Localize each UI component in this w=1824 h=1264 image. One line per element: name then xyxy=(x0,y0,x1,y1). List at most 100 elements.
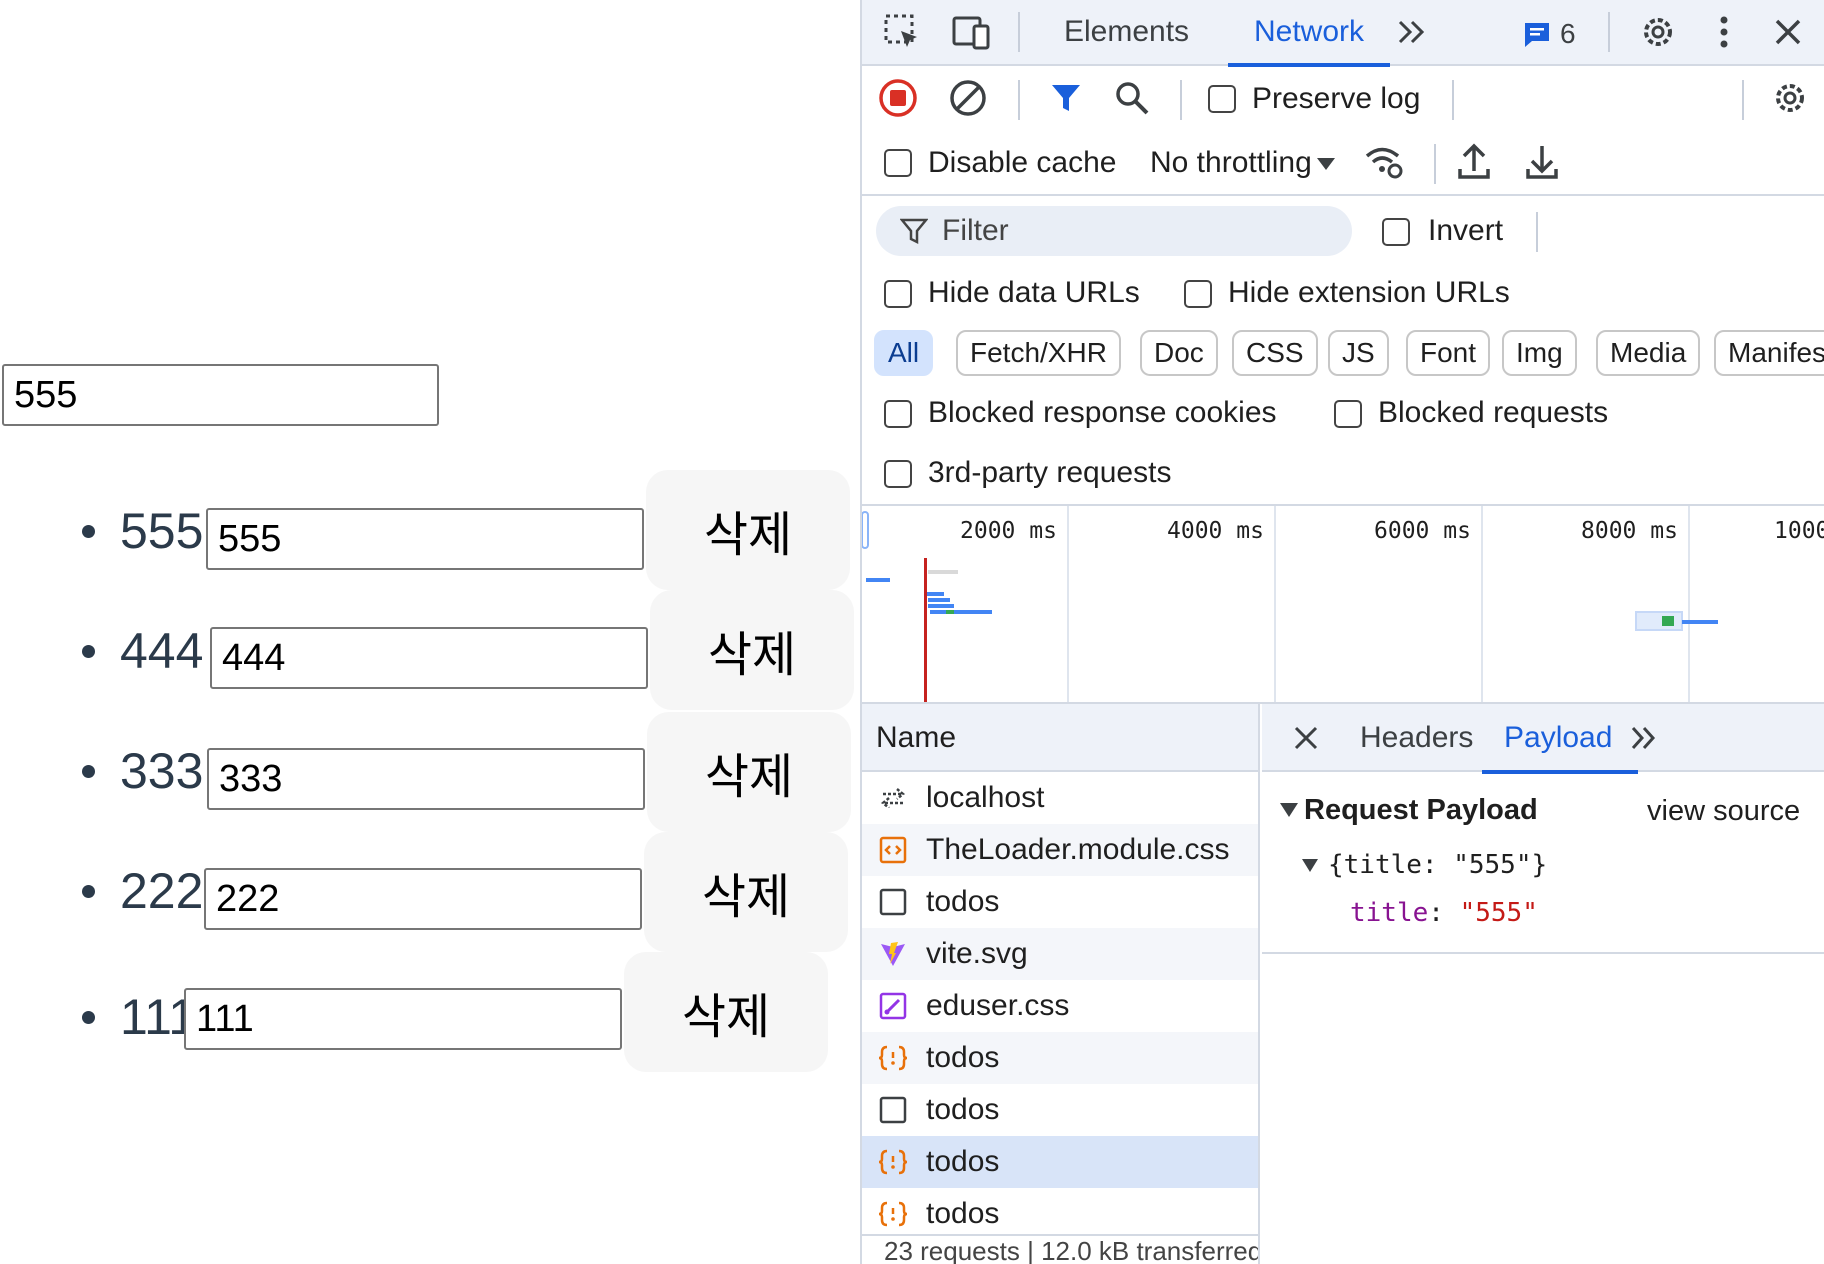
search-icon[interactable] xyxy=(1110,76,1154,120)
request-row[interactable]: todos xyxy=(862,1032,1258,1084)
delete-button[interactable]: 삭제 xyxy=(647,712,851,832)
request-name: localhost xyxy=(926,781,1045,814)
request-row-selected[interactable]: todos xyxy=(862,1136,1258,1188)
delete-button[interactable]: 삭제 xyxy=(646,470,850,590)
network-overview-timeline[interactable]: 2000 ms 4000 ms 6000 ms 8000 ms 10000 ms xyxy=(862,504,1824,704)
request-row[interactable]: todos xyxy=(862,1188,1258,1240)
tab-network[interactable]: Network xyxy=(1227,0,1391,67)
type-filter-manifest[interactable]: Manifest xyxy=(1714,330,1824,376)
tab-headers[interactable]: Headers xyxy=(1360,704,1473,772)
blocked-requests-checkbox[interactable] xyxy=(1334,400,1362,428)
separator xyxy=(1180,80,1182,120)
todo-edit-input[interactable] xyxy=(204,868,642,930)
inspect-element-icon[interactable] xyxy=(880,10,924,54)
request-row[interactable]: todos xyxy=(862,1084,1258,1136)
request-row[interactable]: TheLoader.module.css xyxy=(862,824,1258,876)
network-settings-gear-icon[interactable] xyxy=(1768,76,1812,120)
type-filter-js[interactable]: JS xyxy=(1328,330,1389,376)
invert-label: Invert xyxy=(1428,214,1504,247)
delete-button[interactable]: 삭제 xyxy=(650,590,854,710)
record-stop-icon[interactable] xyxy=(876,76,920,120)
type-filter-all[interactable]: All xyxy=(874,330,934,376)
request-row[interactable]: localhost xyxy=(862,772,1258,824)
more-tabs-icon[interactable] xyxy=(1390,10,1434,54)
request-name: TheLoader.module.css xyxy=(926,833,1230,866)
request-row[interactable]: vite.svg xyxy=(862,928,1258,980)
todo-edit-input[interactable] xyxy=(207,748,645,810)
type-filter-media[interactable]: Media xyxy=(1596,330,1701,376)
payload-section-title[interactable]: Request Payload xyxy=(1280,794,1538,827)
network-toolbar: Preserve log xyxy=(862,68,1824,132)
hide-extension-urls-checkbox[interactable] xyxy=(1184,280,1212,308)
request-name: eduser.css xyxy=(926,989,1070,1022)
todo-item: 555 삭제 xyxy=(0,470,860,590)
separator xyxy=(1742,80,1744,120)
request-row[interactable]: eduser.css xyxy=(862,980,1258,1032)
filter-funnel-icon[interactable] xyxy=(1044,76,1088,120)
type-filter-font[interactable]: Font xyxy=(1406,330,1491,376)
view-source-link[interactable]: view source xyxy=(1647,795,1800,828)
filter-placeholder: Filter xyxy=(942,214,1009,247)
fetch-icon xyxy=(878,1199,908,1229)
delete-button[interactable]: 삭제 xyxy=(644,832,848,952)
filter-row: Filter Invert xyxy=(862,198,1824,266)
more-options-icon[interactable] xyxy=(1702,10,1746,54)
delete-button[interactable]: 삭제 xyxy=(624,952,828,1072)
chevron-down-icon[interactable] xyxy=(1304,142,1348,186)
more-detail-tabs-icon[interactable] xyxy=(1622,716,1666,760)
type-filter-doc[interactable]: Doc xyxy=(1140,330,1218,376)
payload-value: "555" xyxy=(1459,898,1538,928)
request-name: todos xyxy=(926,1093,1000,1126)
new-todo-input[interactable] xyxy=(2,364,439,426)
tab-payload[interactable]: Payload xyxy=(1481,704,1639,774)
import-har-icon[interactable] xyxy=(1452,140,1496,184)
preserve-log-checkbox[interactable] xyxy=(1208,85,1236,113)
close-devtools-icon[interactable] xyxy=(1766,10,1810,54)
issues-message-icon xyxy=(1525,23,1549,47)
export-har-icon[interactable] xyxy=(1520,140,1564,184)
name-column-header[interactable]: Name xyxy=(862,704,1258,772)
payload-object-summary: {title: "555"} xyxy=(1328,850,1548,880)
network-conditions-icon[interactable] xyxy=(1362,140,1406,184)
devtools-tab-bar: Elements Network 6 xyxy=(862,0,1824,67)
document-icon xyxy=(878,887,908,917)
disable-cache-checkbox[interactable] xyxy=(884,149,912,177)
fetch-icon xyxy=(878,1147,908,1177)
todo-text: 333 xyxy=(120,743,204,799)
filter-input[interactable]: Filter xyxy=(876,206,1352,256)
todo-text: 444 xyxy=(120,623,204,679)
preserve-log-label: Preserve log xyxy=(1252,82,1421,115)
request-name: todos xyxy=(926,1041,1000,1074)
request-name: todos xyxy=(926,1145,1000,1178)
throttling-select[interactable]: No throttling xyxy=(1150,146,1312,180)
list-bullet xyxy=(82,645,95,658)
issues-counter[interactable]: 6 xyxy=(1522,14,1576,54)
device-toolbar-icon[interactable] xyxy=(950,10,994,54)
fetch-icon xyxy=(878,1043,908,1073)
settings-gear-icon[interactable] xyxy=(1636,10,1680,54)
request-name: todos xyxy=(926,1197,1000,1230)
blocked-response-cookies-checkbox[interactable] xyxy=(884,400,912,428)
list-bullet xyxy=(82,765,95,778)
type-filter-fetch-xhr[interactable]: Fetch/XHR xyxy=(956,330,1121,376)
tab-elements[interactable]: Elements xyxy=(1064,0,1189,66)
todo-edit-input[interactable] xyxy=(210,627,648,689)
third-party-requests-checkbox[interactable] xyxy=(884,460,912,488)
clear-icon[interactable] xyxy=(946,76,990,120)
type-filter-css[interactable]: CSS xyxy=(1232,330,1318,376)
hide-extension-urls-label: Hide extension URLs xyxy=(1228,276,1510,309)
triangle-down-icon xyxy=(1302,859,1318,872)
blocked-response-cookies-label: Blocked response cookies xyxy=(928,396,1277,429)
hide-data-urls-checkbox[interactable] xyxy=(884,280,912,308)
request-list: Name localhost TheLoader.module.css todo… xyxy=(862,704,1260,1264)
divider xyxy=(1262,952,1824,954)
request-row[interactable]: todos xyxy=(862,876,1258,928)
todo-edit-input[interactable] xyxy=(184,988,622,1050)
payload-key: title xyxy=(1350,898,1429,928)
payload-object[interactable]: {title: "555"} xyxy=(1302,850,1548,880)
type-filter-img[interactable]: Img xyxy=(1502,330,1577,376)
close-detail-icon[interactable] xyxy=(1284,716,1328,760)
devtools-panel: Elements Network 6 Preserve log Disable … xyxy=(860,0,1824,1264)
invert-checkbox[interactable] xyxy=(1382,218,1410,246)
todo-edit-input[interactable] xyxy=(206,508,644,570)
